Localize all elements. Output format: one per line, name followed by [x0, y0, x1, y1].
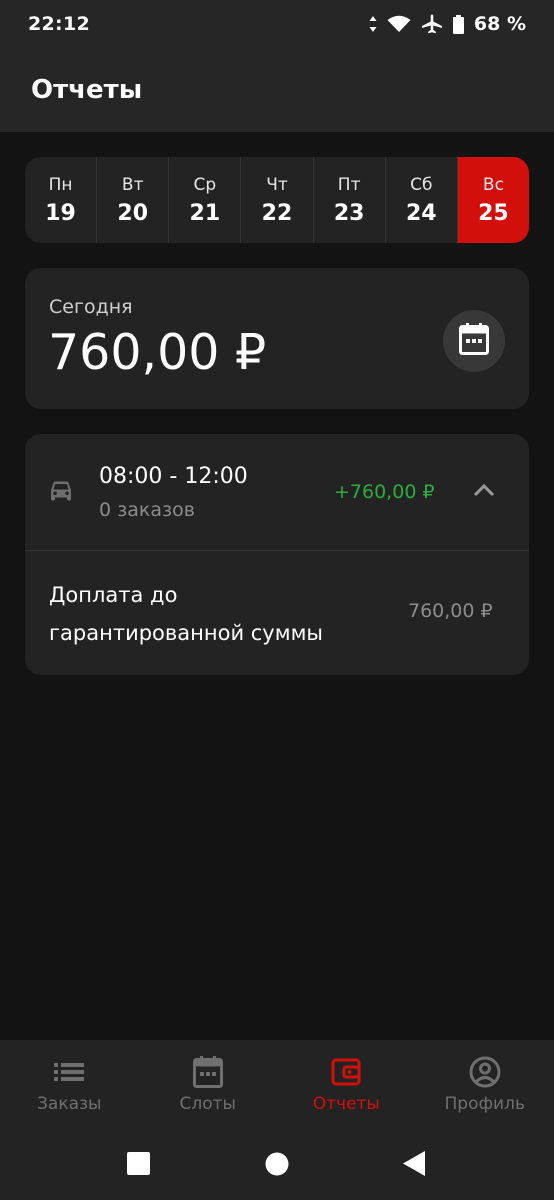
day-name: Пн — [48, 174, 73, 195]
slot-header[interactable]: 08:00 - 12:00 0 заказов +760,00 ₽ — [25, 434, 529, 551]
today-label: Сегодня — [49, 296, 133, 318]
week-selector: Пн 19 Вт 20 Ср 21 Чт 22 Пт 23 Сб 24 Вс 2… — [25, 157, 529, 243]
slot-income: +760,00 ₽ — [334, 481, 435, 503]
day-name: Вт — [121, 174, 144, 195]
back-button[interactable] — [402, 1150, 426, 1181]
nav-profile[interactable]: Профиль — [416, 1040, 554, 1132]
day-number: 21 — [189, 200, 221, 226]
battery-percent: 68 % — [473, 13, 526, 35]
profile-icon — [469, 1055, 501, 1089]
nav-label: Слоты — [179, 1094, 236, 1114]
bottom-nav: Заказы Слоты Отчеты Профиль — [0, 1040, 554, 1132]
day-name: Чт — [266, 174, 288, 195]
page-title: Отчеты — [31, 75, 143, 105]
wallet-icon — [331, 1055, 361, 1089]
day-name: Пт — [337, 174, 361, 195]
calendar-button[interactable] — [443, 310, 505, 372]
status-time: 22:12 — [28, 13, 90, 35]
calendar-icon — [459, 323, 489, 359]
today-amount: 760,00 ₽ — [48, 324, 267, 381]
wifi-icon — [387, 15, 411, 33]
day-tuesday[interactable]: Вт 20 — [97, 157, 170, 243]
data-arrows-icon — [369, 15, 377, 33]
day-friday[interactable]: Пт 23 — [314, 157, 386, 243]
day-number: 23 — [333, 200, 365, 226]
slot-time: 08:00 - 12:00 — [99, 464, 248, 489]
day-saturday[interactable]: Сб 24 — [386, 157, 458, 243]
nav-label: Заказы — [37, 1094, 102, 1114]
slot-orders-count: 0 заказов — [99, 499, 195, 521]
nav-orders[interactable]: Заказы — [0, 1040, 139, 1132]
nav-slots[interactable]: Слоты — [139, 1040, 278, 1132]
day-name: Ср — [193, 174, 217, 195]
nav-reports[interactable]: Отчеты — [277, 1040, 416, 1132]
day-name: Сб — [410, 174, 433, 195]
day-thursday[interactable]: Чт 22 — [241, 157, 314, 243]
chevron-up-icon[interactable] — [473, 482, 495, 501]
calendar-icon — [192, 1055, 223, 1089]
slot-card: 08:00 - 12:00 0 заказов +760,00 ₽ Доплат… — [25, 434, 529, 675]
day-wednesday[interactable]: Ср 21 — [169, 157, 242, 243]
day-name: Вс — [482, 174, 504, 195]
battery-icon — [452, 14, 464, 34]
day-number: 22 — [261, 200, 293, 226]
day-monday[interactable]: Пн 19 — [25, 157, 98, 243]
day-number: 19 — [45, 200, 76, 226]
day-number: 20 — [117, 200, 149, 226]
day-sunday[interactable]: Вс 25 — [457, 157, 529, 243]
app-bar: Отчеты — [0, 48, 554, 132]
airplane-icon — [421, 14, 443, 34]
status-bar: 22:12 68 % — [0, 0, 554, 48]
system-nav-bar — [0, 1132, 554, 1200]
nav-label: Профиль — [444, 1094, 525, 1114]
today-summary-card: Сегодня 760,00 ₽ — [25, 268, 529, 409]
day-number: 24 — [405, 200, 437, 226]
status-icons: 68 % — [369, 13, 526, 35]
bonus-amount: 760,00 ₽ — [408, 600, 493, 622]
list-icon — [53, 1055, 85, 1089]
day-number: 25 — [478, 200, 509, 226]
bonus-label: Доплата до гарантированной суммы — [49, 583, 324, 645]
car-icon — [49, 481, 73, 505]
nav-label: Отчеты — [312, 1094, 380, 1114]
recents-button[interactable] — [127, 1152, 150, 1179]
home-button[interactable] — [265, 1152, 289, 1180]
